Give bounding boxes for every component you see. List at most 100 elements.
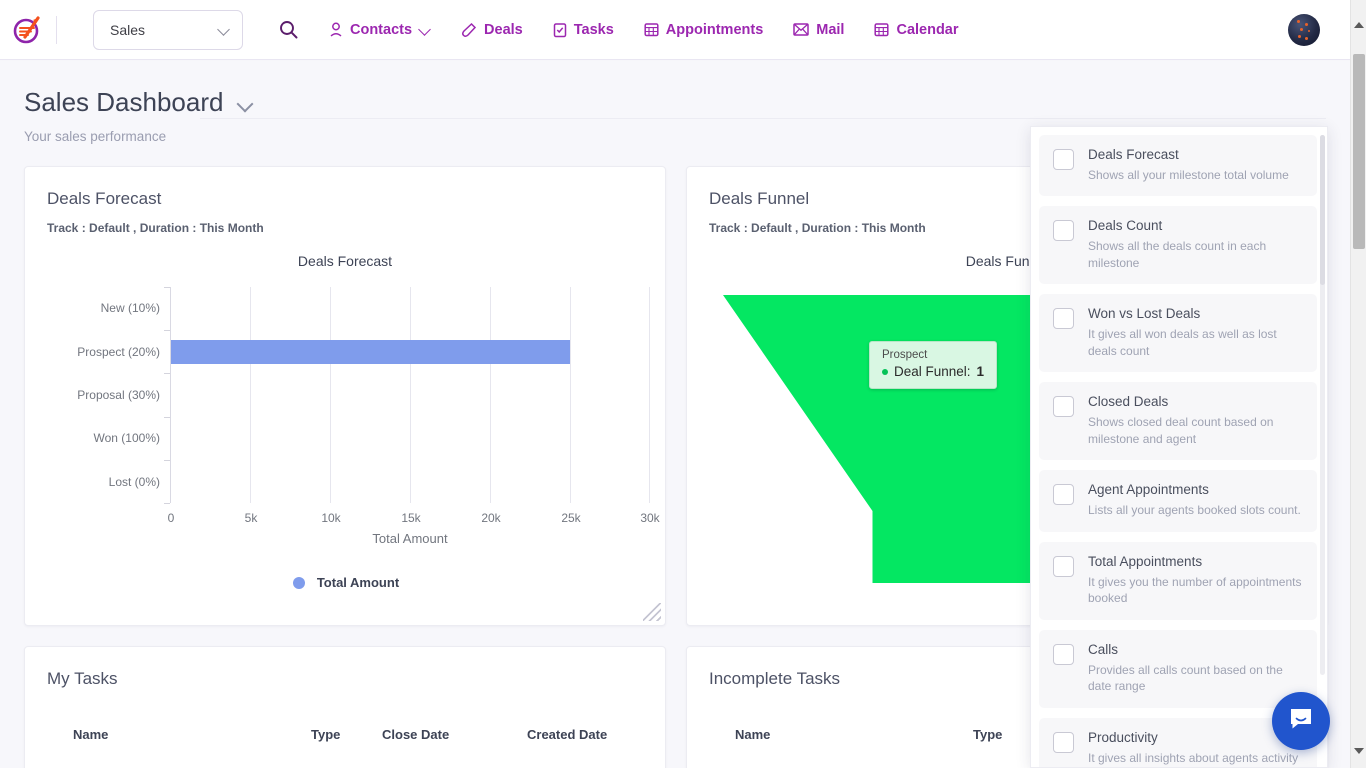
track-select[interactable]: Sales: [93, 10, 243, 50]
y-category-label: Proposal (30%): [77, 388, 160, 402]
report-option-agent-appointments[interactable]: Agent Appointments Lists all your agents…: [1039, 470, 1317, 531]
scroll-up-arrow-icon[interactable]: [1354, 22, 1364, 28]
column-header-close-date[interactable]: Close Date: [382, 727, 527, 742]
appointments-calendar-icon: [644, 22, 659, 37]
nav-item-appointments[interactable]: Appointments: [644, 22, 763, 38]
checkbox-calls[interactable]: [1053, 644, 1074, 665]
column-header-name[interactable]: Name: [73, 727, 311, 742]
report-name: Calls: [1088, 642, 1305, 659]
checkbox-agent-appointments[interactable]: [1053, 484, 1074, 505]
nav-item-contacts[interactable]: Contacts: [329, 22, 431, 38]
x-tick-label: 5k: [245, 511, 258, 525]
y-category-label: Won (100%): [94, 431, 160, 445]
dashboard-switch-chevron-down-icon[interactable]: [237, 95, 253, 111]
card-title-my-tasks: My Tasks: [25, 647, 665, 689]
funnel-tooltip: Prospect Deal Funnel: 1: [869, 341, 997, 389]
column-header-name[interactable]: Name: [735, 727, 973, 742]
page-title: Sales Dashboard: [24, 87, 223, 118]
report-name: Closed Deals: [1088, 394, 1305, 411]
report-option-deals-forecast[interactable]: Deals Forecast Shows all your milestone …: [1039, 135, 1317, 196]
nav-label-appointments: Appointments: [666, 22, 763, 38]
contacts-icon: [329, 22, 343, 38]
tooltip-value: 1: [977, 364, 985, 379]
report-name: Deals Count: [1088, 218, 1305, 235]
checkbox-deals-count[interactable]: [1053, 220, 1074, 241]
page-scrollbar-thumb[interactable]: [1353, 54, 1365, 249]
report-option-won-vs-lost-deals[interactable]: Won vs Lost Deals It gives all won deals…: [1039, 294, 1317, 372]
chart-legend: Total Amount: [25, 575, 667, 590]
bar-chart-plot-area: New (10%) Prospect (20%) Proposal (30%) …: [170, 287, 650, 503]
report-description: Shows closed deal count based on milesto…: [1088, 414, 1305, 447]
nav-label-calendar: Calendar: [896, 22, 958, 38]
x-tick-label: 25k: [561, 511, 580, 525]
card-meta-deals-forecast: Track : Default , Duration : This Month: [25, 209, 665, 235]
report-description: Lists all your agents booked slots count…: [1088, 502, 1305, 519]
my-tasks-table-header: Name Type Close Date Created Date: [25, 689, 665, 742]
checkbox-deals-forecast[interactable]: [1053, 149, 1074, 170]
legend-label[interactable]: Total Amount: [317, 575, 399, 590]
checkbox-closed-deals[interactable]: [1053, 396, 1074, 417]
dropdown-scrollbar[interactable]: [1320, 135, 1325, 675]
x-tick-label: 15k: [401, 511, 420, 525]
chevron-down-icon: [218, 24, 230, 36]
nav-item-calendar[interactable]: Calendar: [874, 22, 958, 38]
user-avatar[interactable]: [1288, 14, 1320, 46]
gridline: [410, 287, 411, 503]
nav-label-mail: Mail: [816, 22, 844, 38]
gridline: [490, 287, 491, 503]
nav-label-deals: Deals: [484, 22, 523, 38]
deals-forecast-bar-chart: New (10%) Prospect (20%) Proposal (30%) …: [25, 283, 665, 563]
report-option-deals-count[interactable]: Deals Count Shows all the deals count in…: [1039, 206, 1317, 284]
nav-divider: [56, 16, 57, 44]
resize-handle-icon[interactable]: [643, 603, 661, 621]
nav-item-mail[interactable]: Mail: [793, 22, 844, 38]
nav-item-tasks[interactable]: Tasks: [553, 22, 614, 38]
column-header-created-date[interactable]: Created Date: [527, 727, 607, 742]
y-category-label: Prospect (20%): [77, 345, 160, 359]
y-category-label: Lost (0%): [109, 475, 160, 489]
report-option-total-appointments[interactable]: Total Appointments It gives you the numb…: [1039, 542, 1317, 620]
x-tick-label: 20k: [481, 511, 500, 525]
report-description: It gives you the number of appointments …: [1088, 574, 1305, 607]
dropdown-scrollbar-thumb[interactable]: [1320, 135, 1325, 285]
nav-item-deals[interactable]: Deals: [461, 22, 523, 38]
top-navigation-bar: Sales Contacts Deals Tasks: [0, 0, 1350, 60]
legend-swatch: [293, 577, 305, 589]
calendar-icon: [874, 22, 889, 37]
scroll-down-arrow-icon[interactable]: [1354, 748, 1364, 754]
y-tick: [164, 287, 170, 288]
report-description: It gives all won deals as well as lost d…: [1088, 326, 1305, 359]
intercom-chat-button[interactable]: [1272, 692, 1330, 750]
column-header-type[interactable]: Type: [973, 727, 1002, 742]
column-header-type[interactable]: Type: [311, 727, 382, 742]
search-icon[interactable]: [271, 13, 305, 47]
nav-label-tasks: Tasks: [574, 22, 614, 38]
page-scrollbar[interactable]: [1350, 0, 1366, 768]
app-logo[interactable]: [0, 13, 56, 47]
y-tick: [164, 503, 170, 504]
report-option-closed-deals[interactable]: Closed Deals Shows closed deal count bas…: [1039, 382, 1317, 460]
y-tick: [164, 460, 170, 461]
checkbox-total-appointments[interactable]: [1053, 556, 1074, 577]
x-axis-title: Total Amount: [170, 531, 650, 546]
checkbox-won-vs-lost-deals[interactable]: [1053, 308, 1074, 329]
report-option-calls[interactable]: Calls Provides all calls count based on …: [1039, 630, 1317, 708]
report-name: Deals Forecast: [1088, 147, 1305, 164]
gridline: [649, 287, 650, 503]
gridline: [250, 287, 251, 503]
y-tick: [164, 330, 170, 331]
report-description: Shows all the deals count in each milest…: [1088, 238, 1305, 271]
page-title-row: Sales Dashboard: [24, 87, 1326, 118]
bar-prospect[interactable]: [171, 340, 570, 364]
card-deals-forecast: Deals Forecast Track : Default , Duratio…: [24, 166, 666, 626]
card-title-deals-forecast: Deals Forecast: [25, 167, 665, 209]
tasks-clipboard-icon: [553, 22, 567, 38]
main-nav-links: Contacts Deals Tasks Appointments Mai: [329, 22, 959, 38]
report-name: Productivity: [1088, 730, 1305, 747]
checkbox-productivity[interactable]: [1053, 732, 1074, 753]
y-category-label: New (10%): [101, 301, 160, 315]
y-tick: [164, 417, 170, 418]
gridline: [570, 287, 571, 503]
x-tick-label: 0: [168, 511, 175, 525]
track-select-value: Sales: [110, 22, 145, 38]
